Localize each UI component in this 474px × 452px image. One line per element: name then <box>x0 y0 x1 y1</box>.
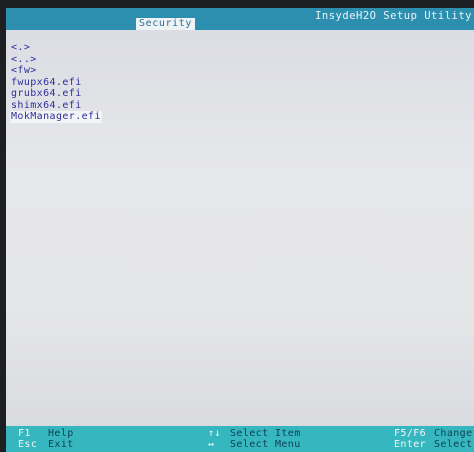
left-right-arrows-icon: ↔ <box>208 439 215 450</box>
bios-screen: InsydeH2O Setup Utility Security <.> <..… <box>0 0 474 452</box>
file-item-mokmanager[interactable]: MokManager.efi <box>10 111 102 123</box>
f5f6-key: F5/F6 <box>394 428 427 439</box>
change-label: Change <box>434 428 473 439</box>
file-browser-panel: <.> <..> <fw> fwupx64.efi grubx64.efi sh… <box>6 30 474 426</box>
file-item-current-dir[interactable]: <.> <box>10 42 102 54</box>
file-item-fwupx64[interactable]: fwupx64.efi <box>10 77 102 89</box>
up-down-arrows-icon: ↑↓ <box>208 428 221 439</box>
select-menu-label: Select Menu <box>230 439 301 450</box>
select-item-label: Select Item <box>230 428 301 439</box>
esc-key: Esc <box>18 439 38 450</box>
file-item-parent-dir[interactable]: <..> <box>10 54 102 66</box>
file-item-shimx64[interactable]: shimx64.efi <box>10 100 102 112</box>
enter-key: Enter <box>394 439 427 450</box>
f1-key: F1 <box>18 428 31 439</box>
select-label: Select <box>434 439 473 450</box>
file-item-fw-dir[interactable]: <fw> <box>10 65 102 77</box>
file-item-grubx64[interactable]: grubx64.efi <box>10 88 102 100</box>
file-list: <.> <..> <fw> fwupx64.efi grubx64.efi sh… <box>10 42 102 123</box>
utility-title: InsydeH2O Setup Utility <box>315 10 472 22</box>
esc-label: Exit <box>48 439 74 450</box>
f1-label: Help <box>48 428 74 439</box>
header-bar: InsydeH2O Setup Utility Security <box>6 8 474 31</box>
help-bar: F1 Help Esc Exit ↑↓ Select Item ↔ Select… <box>6 426 474 452</box>
